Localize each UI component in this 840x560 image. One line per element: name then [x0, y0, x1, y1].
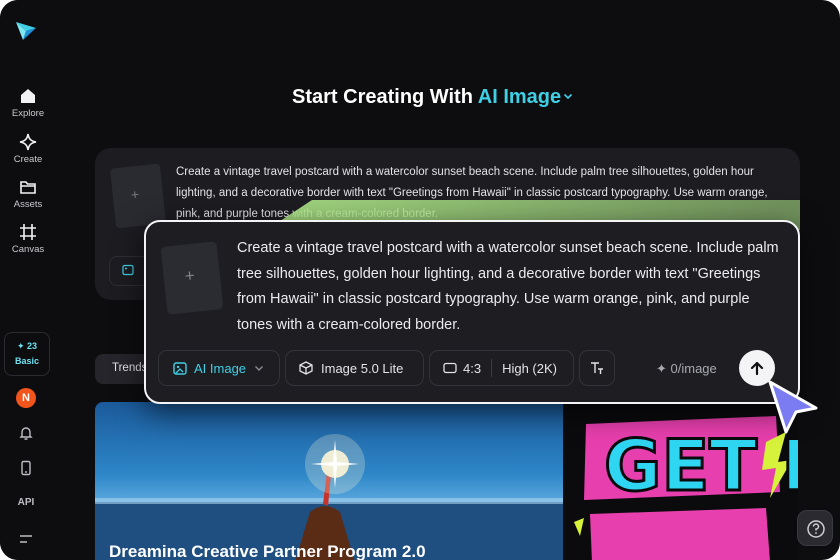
- cursor-pointer-icon: [768, 380, 818, 434]
- sparkle-icon: ✦: [656, 361, 671, 376]
- reference-upload-zoomed[interactable]: +: [160, 241, 224, 315]
- model-selector[interactable]: AI Image: [158, 350, 280, 386]
- aspect-quality-selector[interactable]: 4:3 High (2K): [429, 350, 574, 386]
- cube-icon: [299, 361, 313, 375]
- aspect-ratio-icon: [443, 362, 457, 374]
- app-window: Explore Create Assets Canvas ✦ 23 Basic …: [0, 0, 840, 560]
- prompt-input[interactable]: Create a vintage travel postcard with a …: [237, 236, 782, 338]
- arrow-up-icon: [750, 361, 764, 376]
- aspect-ratio-label: 4:3: [463, 360, 482, 376]
- version-label: Image 5.0 Lite: [321, 360, 404, 376]
- model-label: AI Image: [194, 360, 247, 376]
- text-icon: [591, 362, 603, 374]
- plus-icon: +: [183, 265, 196, 286]
- credit-cost: ✦ 0/image: [656, 361, 717, 377]
- version-selector[interactable]: Image 5.0 Lite: [285, 350, 424, 386]
- quality-label: High (2K): [502, 360, 557, 376]
- chevron-down-icon: [255, 366, 264, 371]
- text-effect-button[interactable]: [579, 350, 615, 386]
- divider: [491, 359, 493, 377]
- cost-label: 0/image: [670, 361, 717, 376]
- image-icon: [173, 361, 187, 375]
